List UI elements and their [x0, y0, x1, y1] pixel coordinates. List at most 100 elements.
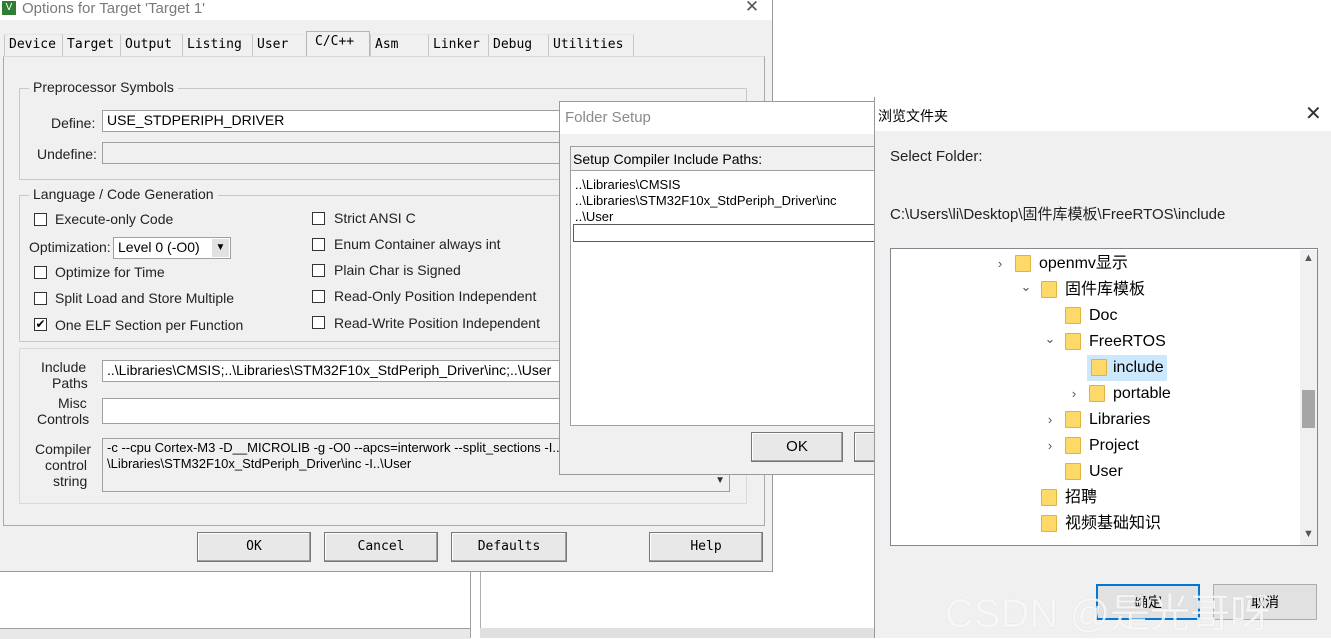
tree-node-include[interactable]: include — [1087, 355, 1167, 381]
folder-setup-dialog: Folder Setup Setup Compiler Include Path… — [559, 101, 884, 475]
scroll-down-icon[interactable]: ▼ — [1303, 528, 1314, 540]
ro-pi-label: Read-Only Position Independent — [334, 288, 537, 304]
folder-icon — [1065, 333, 1081, 350]
tree-node-label: FreeRTOS — [1089, 333, 1166, 350]
folder-icon — [1065, 437, 1081, 454]
preprocessor-group-label: Preprocessor Symbols — [29, 79, 178, 95]
plain-char-checkbox[interactable] — [312, 264, 325, 277]
enum-container-label: Enum Container always int — [334, 236, 501, 252]
output-background — [480, 572, 875, 628]
tree-node-label: portable — [1113, 385, 1171, 402]
defaults-button[interactable]: Defaults — [451, 532, 567, 562]
tree-node-label: Doc — [1089, 307, 1118, 324]
plain-char-label: Plain Char is Signed — [334, 262, 461, 278]
define-input[interactable]: USE_STDPERIPH_DRIVER — [102, 110, 572, 132]
chevron-right-icon[interactable]: › — [993, 251, 1007, 277]
compiler-label-3: string — [53, 473, 88, 489]
close-icon[interactable]: ✕ — [1305, 101, 1322, 126]
one-elf-checkbox[interactable]: ✔ — [34, 318, 47, 331]
chevron-right-icon[interactable]: › — [1043, 433, 1057, 459]
tree-node-label: 招聘 — [1065, 489, 1098, 506]
compiler-label-2: control — [45, 457, 88, 473]
list-item[interactable]: ..\User — [575, 209, 613, 224]
bottom-scrollbar — [480, 628, 874, 638]
csdn-watermark: CSDN @是光哥呀 — [945, 592, 1271, 636]
tree-scrollbar[interactable]: ▲ ▼ — [1300, 250, 1317, 545]
folder-icon — [1015, 255, 1031, 272]
scroll-down-icon[interactable]: ▼ — [715, 473, 725, 489]
scroll-up-icon[interactable]: ▲ — [1303, 252, 1314, 264]
tab-linker[interactable]: Linker — [428, 34, 488, 56]
include-label-1: Include — [41, 359, 87, 375]
tab-debug[interactable]: Debug — [488, 34, 548, 56]
tree-node-label: Project — [1089, 437, 1139, 454]
browse-dialog-title: 浏览文件夹 — [878, 108, 948, 124]
tree-node-label: Libraries — [1089, 411, 1151, 428]
split-load-checkbox[interactable] — [34, 292, 47, 305]
select-folder-prompt: Select Folder: — [890, 148, 983, 165]
tab-listing[interactable]: Listing — [182, 34, 252, 56]
folder-icon — [1065, 411, 1081, 428]
language-group-label: Language / Code Generation — [29, 186, 218, 202]
browse-title-bar[interactable]: 浏览文件夹 ✕ — [875, 97, 1331, 131]
optimization-value: Level 0 (-O0) — [118, 239, 200, 255]
cancel-button[interactable]: Cancel — [324, 532, 438, 562]
list-item[interactable]: ..\Libraries\STM32F10x_StdPeriph_Driver\… — [575, 193, 837, 208]
tab-target[interactable]: Target — [62, 34, 120, 56]
tab-output[interactable]: Output — [120, 34, 182, 56]
include-paths-header: Setup Compiler Include Paths: — [571, 147, 881, 171]
tree-node-label: 视频基础知识 — [1065, 515, 1162, 532]
folder-icon — [1041, 489, 1057, 506]
chevron-right-icon[interactable]: › — [1043, 407, 1057, 433]
tab-c-cpp[interactable]: C/C++ — [306, 31, 370, 57]
execute-only-label: Execute-only Code — [55, 211, 174, 227]
split-load-label: Split Load and Store Multiple — [55, 290, 234, 306]
folder-icon — [1089, 385, 1105, 402]
tree-node-label: include — [1113, 359, 1164, 376]
misc-label-1: Misc — [58, 395, 87, 411]
optimization-label: Optimization: — [29, 239, 111, 255]
optimize-time-checkbox[interactable] — [34, 266, 47, 279]
tree-node-label: User — [1089, 463, 1123, 480]
optimization-select[interactable]: Level 0 (-O0) ▼ — [113, 237, 231, 259]
rw-pi-checkbox[interactable] — [312, 316, 325, 329]
strict-ansi-checkbox[interactable] — [312, 212, 325, 225]
folder-setup-ok-button[interactable]: OK — [751, 432, 843, 462]
chevron-right-icon[interactable]: › — [1067, 381, 1081, 407]
folder-icon — [1091, 359, 1107, 376]
strict-ansi-label: Strict ANSI C — [334, 210, 416, 226]
include-paths-list[interactable]: Setup Compiler Include Paths: ..\Librari… — [570, 146, 881, 426]
keil-app-icon: V — [2, 1, 16, 15]
close-icon[interactable]: ✕ — [742, 0, 762, 17]
include-label-2: Paths — [52, 375, 88, 391]
folder-setup-title-bar[interactable]: Folder Setup — [560, 102, 880, 134]
tree-node-label: openmv显示 — [1039, 255, 1128, 272]
enum-container-checkbox[interactable] — [312, 238, 325, 251]
chevron-down-icon[interactable]: ⌄ — [1043, 326, 1057, 352]
folder-icon — [1065, 307, 1081, 324]
tab-asm[interactable]: Asm — [370, 34, 428, 56]
new-path-input[interactable] — [573, 224, 879, 242]
tab-utilities[interactable]: Utilities — [548, 34, 634, 56]
folder-icon — [1041, 515, 1057, 532]
ro-pi-checkbox[interactable] — [312, 290, 325, 303]
list-item[interactable]: ..\Libraries\CMSIS — [575, 177, 680, 192]
undefine-input[interactable] — [102, 142, 572, 164]
misc-controls-input[interactable] — [102, 398, 572, 424]
execute-only-checkbox[interactable] — [34, 213, 47, 226]
ok-button[interactable]: OK — [197, 532, 311, 562]
scrollbar-thumb[interactable] — [1302, 390, 1315, 428]
chevron-down-icon[interactable]: ▼ — [212, 239, 229, 257]
tab-user[interactable]: User — [252, 34, 306, 56]
folder-tree[interactable]: › openmv显示 ⌄ 固件库模板 Doc ⌄ FreeRTOS includ… — [890, 248, 1318, 546]
chevron-down-icon[interactable]: ⌄ — [1019, 274, 1033, 300]
help-button[interactable]: Help — [649, 532, 763, 562]
options-title-bar[interactable]: V Options for Target 'Target 1' ✕ — [0, 0, 772, 20]
tree-node-label: 固件库模板 — [1065, 281, 1146, 298]
undefine-label: Undefine: — [37, 146, 97, 162]
folder-icon — [1041, 281, 1057, 298]
misc-label-2: Controls — [37, 411, 90, 427]
include-paths-input[interactable]: ..\Libraries\CMSIS;..\Libraries\STM32F10… — [102, 360, 572, 382]
compiler-label-1: Compiler — [35, 441, 92, 457]
tab-device[interactable]: Device — [4, 34, 62, 56]
